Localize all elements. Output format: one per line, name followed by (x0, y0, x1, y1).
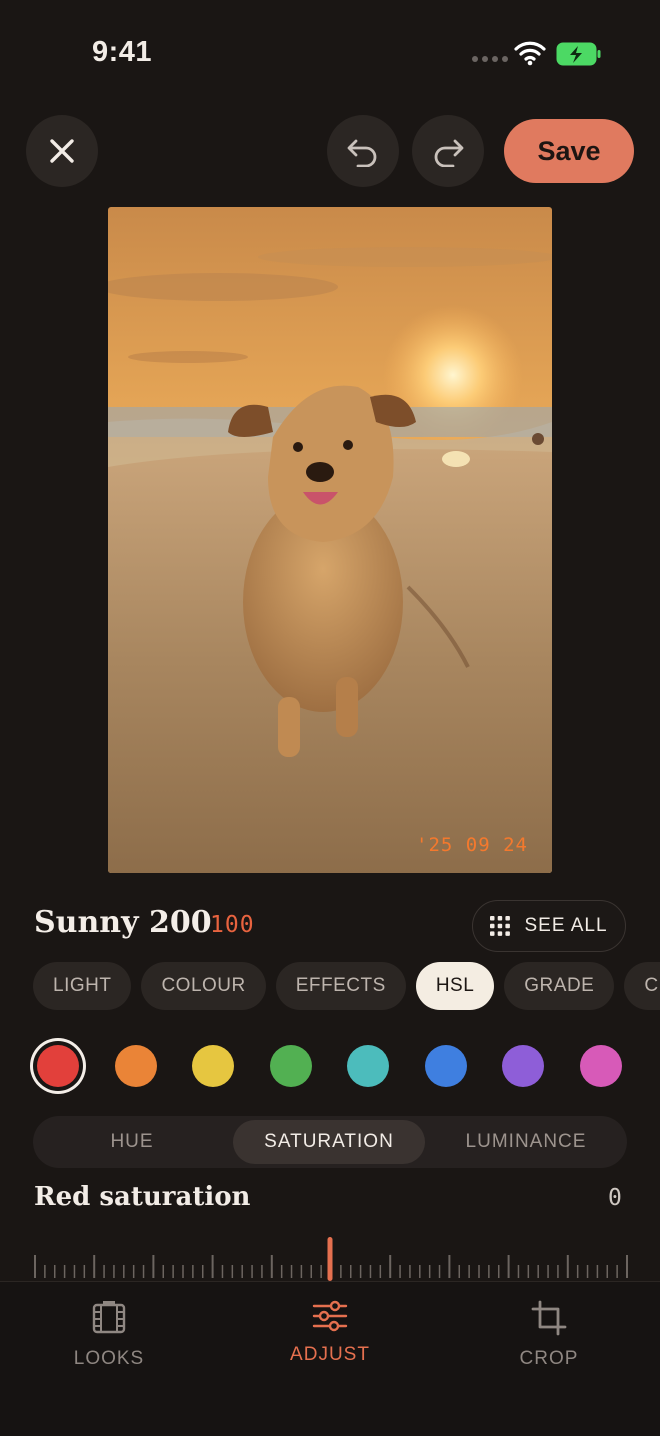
redo-icon (434, 139, 464, 167)
battery-charging-icon (556, 41, 602, 72)
slider-indicator[interactable] (327, 1237, 333, 1281)
preset-name: Sunny 200 (34, 905, 212, 940)
see-all-label: SEE ALL (524, 915, 608, 936)
swatch-yellow[interactable] (192, 1045, 234, 1087)
photo-preview: '25 09 24 (108, 207, 552, 873)
nav-looks[interactable]: LOOKS (39, 1300, 179, 1370)
tab-hsl[interactable]: HSL (415, 962, 495, 1010)
see-all-button[interactable]: SEE ALL (472, 900, 626, 952)
nav-crop-label: CROP (519, 1348, 579, 1369)
save-button[interactable]: Save (504, 119, 634, 183)
nav-looks-label: LOOKS (73, 1348, 145, 1369)
status-time: 9:41 (92, 36, 153, 68)
segment-hue[interactable]: HUE (37, 1120, 227, 1164)
tab-grade[interactable]: GRADE (504, 962, 615, 1010)
hsl-mode-segmented-control: HUE SATURATION LUMINANCE (33, 1116, 627, 1168)
swatch-green[interactable] (270, 1045, 312, 1087)
film-icon (92, 1301, 126, 1334)
swatch-aqua[interactable] (347, 1045, 389, 1087)
bottom-navigation: LOOKS ADJUST CROP (0, 1281, 660, 1436)
tab-light[interactable]: LIGHT (33, 962, 132, 1010)
cellular-signal-icon (472, 56, 508, 62)
tab-colour[interactable]: COLOUR (141, 962, 266, 1010)
sliders-icon (312, 1300, 348, 1332)
swatch-blue[interactable] (425, 1045, 467, 1087)
tab-effects[interactable]: EFFECTS (275, 962, 406, 1010)
photo-date-stamp: '25 09 24 (416, 834, 528, 856)
segment-luminance[interactable]: LUMINANCE (431, 1120, 621, 1164)
preset-strength[interactable]: 100 (210, 912, 255, 938)
close-icon (50, 139, 74, 163)
undo-icon (347, 139, 377, 167)
grid-icon (490, 916, 511, 936)
tab-curves[interactable]: CU (624, 962, 660, 1010)
redo-button[interactable] (412, 115, 484, 187)
swatch-purple[interactable] (502, 1045, 544, 1087)
swatch-orange[interactable] (115, 1045, 157, 1087)
category-tabs: LIGHT COLOUR EFFECTS HSL GRADE CU (33, 962, 660, 1010)
swatch-red[interactable] (37, 1045, 79, 1087)
close-button[interactable] (26, 115, 98, 187)
parameter-value: 0 (608, 1185, 622, 1211)
nav-adjust-label: ADJUST (290, 1344, 370, 1365)
undo-button[interactable] (327, 115, 399, 187)
segment-saturation[interactable]: SATURATION (233, 1120, 425, 1164)
swatch-magenta[interactable] (580, 1045, 622, 1087)
nav-adjust[interactable]: ADJUST (260, 1300, 400, 1366)
crop-icon (531, 1300, 567, 1336)
nav-crop[interactable]: CROP (479, 1300, 619, 1370)
wifi-icon (514, 40, 546, 71)
parameter-label: Red saturation (34, 1182, 251, 1212)
saturation-slider[interactable] (33, 1235, 629, 1281)
